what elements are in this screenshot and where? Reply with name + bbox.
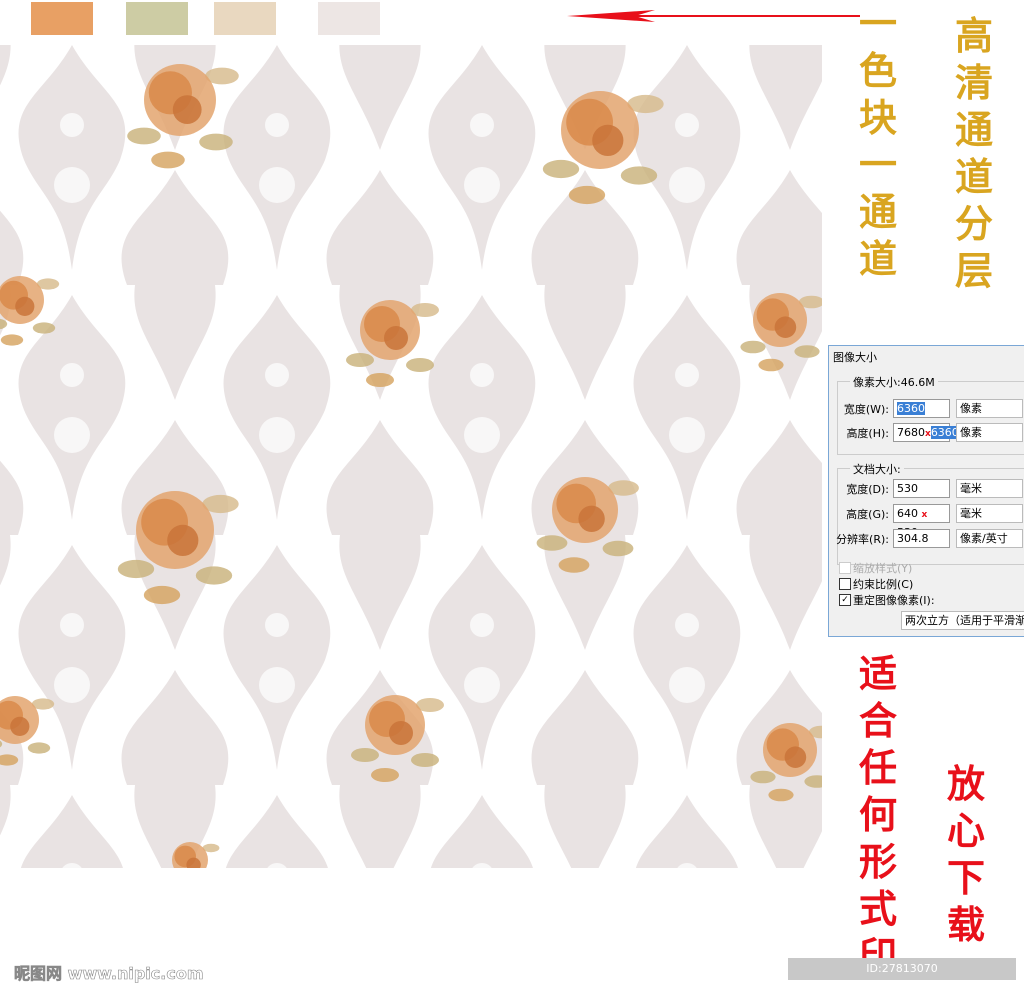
color-swatch-1 [31, 2, 93, 35]
nipic-watermark: 昵图网 www.nipic.com [14, 964, 204, 984]
height-input[interactable]: 7680x6360 [893, 423, 959, 442]
color-swatch-4 [318, 2, 380, 35]
promo-text-layered: 高清通道分层 [954, 13, 993, 293]
resolution-input[interactable]: 304.8 [893, 529, 950, 548]
doc-height-unit-select[interactable]: 毫米 [956, 504, 1023, 523]
color-swatch-2 [126, 2, 188, 35]
damask-floral-pattern [0, 45, 822, 868]
resample-method-select[interactable]: 两次立方（适用于平滑渐变 [901, 611, 1024, 630]
constrain-proportions-checkbox[interactable]: 约束比例(C) [839, 576, 913, 592]
image-id-label: ID:27813070 NO:20200827123323601088 [788, 958, 1016, 997]
doc-height-input[interactable]: 640 x 530 [893, 504, 950, 539]
promo-text-print: 适合任何形式印 [858, 651, 897, 978]
width-input[interactable]: 6360 [893, 399, 950, 418]
resolution-label: 分辨率(R): [836, 532, 889, 546]
arrow-left-icon [567, 10, 860, 22]
resolution-unit-select[interactable]: 像素/英寸 [956, 529, 1023, 548]
color-swatch-3 [214, 2, 276, 35]
document-size-label: 文档大小: [850, 461, 904, 477]
width-label: 宽度(W): [843, 402, 889, 416]
scale-styles-checkbox[interactable]: 缩放样式(Y) [839, 560, 912, 576]
doc-width-input[interactable]: 530 [893, 479, 950, 498]
doc-height-label: 高度(G): [846, 507, 889, 521]
resample-checkbox[interactable]: ✓ 重定图像像素(I): [839, 592, 935, 608]
dialog-title: 图像大小 [833, 351, 877, 364]
promo-text-download: 放心下载 [946, 761, 985, 947]
height-unit-select[interactable]: 像素 [956, 423, 1023, 442]
promo-text-channel: 一色块一通道 [858, 1, 897, 281]
doc-width-unit-select[interactable]: 毫米 [956, 479, 1023, 498]
doc-width-label: 宽度(D): [846, 482, 889, 496]
image-size-dialog: 图像大小 像素大小:46.6M 宽度(W): 6360 像素 高度(H): 7680x… [828, 345, 1024, 637]
height-label: 高度(H): [846, 426, 889, 440]
pixel-size-label: 像素大小:46.6M [850, 374, 938, 390]
pixel-dimensions-group: 像素大小:46.6M [837, 374, 1024, 455]
width-unit-select[interactable]: 像素 [956, 399, 1023, 418]
